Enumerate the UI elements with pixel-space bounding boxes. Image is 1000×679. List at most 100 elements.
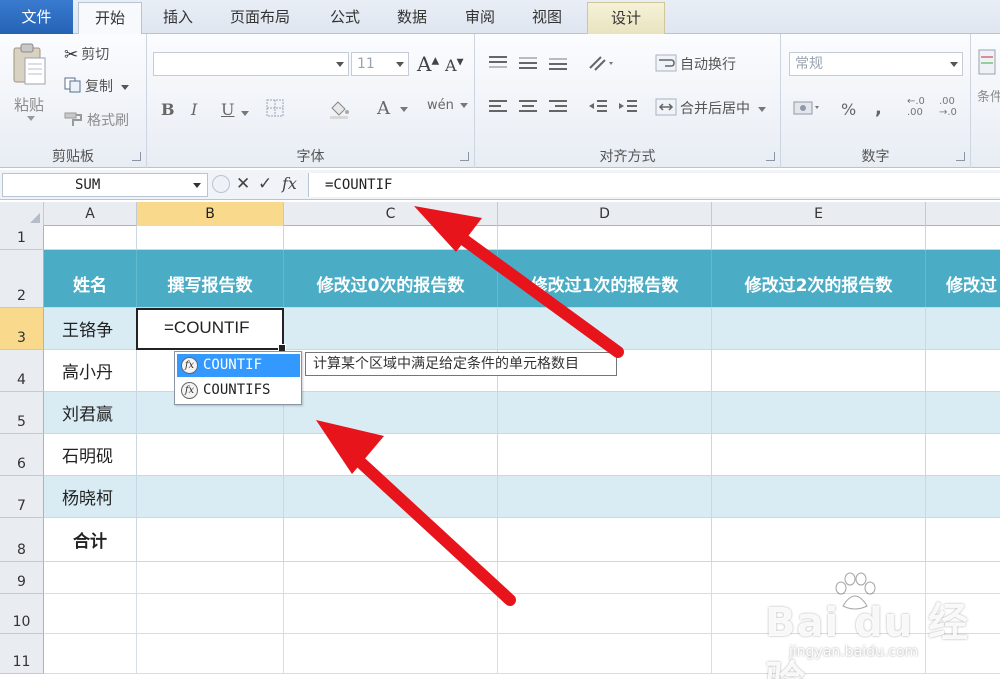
percent-button[interactable]: % <box>841 100 856 119</box>
cell-c10[interactable] <box>284 594 498 633</box>
align-left-button[interactable] <box>487 98 509 120</box>
row-header-9[interactable]: 9 <box>0 562 44 594</box>
row-header-1[interactable]: 1 <box>0 226 44 250</box>
decrease-indent-button[interactable] <box>587 98 609 120</box>
comma-button[interactable]: , <box>875 98 882 119</box>
column-header-e[interactable]: E <box>712 202 926 226</box>
row-header-3[interactable]: 3 <box>0 308 44 350</box>
autocomplete-item-countif[interactable]: fx COUNTIF <box>177 354 300 377</box>
name-cell[interactable]: 刘君赢 <box>44 392 137 433</box>
cell-d1[interactable] <box>498 226 712 249</box>
align-middle-button[interactable] <box>517 54 539 76</box>
cell-d7[interactable] <box>498 476 712 517</box>
total-label-cell[interactable]: 合计 <box>44 518 137 561</box>
active-cell-b3[interactable]: =COUNTIF <box>136 308 286 352</box>
orientation-button[interactable] <box>587 54 617 76</box>
tab-insert[interactable]: 插入 <box>148 2 208 34</box>
row-header-2[interactable]: 2 <box>0 250 44 308</box>
decrease-decimal-button[interactable]: .00 →.0 <box>939 96 957 118</box>
row-header-11[interactable]: 11 <box>0 634 44 674</box>
formula-input[interactable]: =COUNTIF <box>308 173 1000 197</box>
name-box[interactable]: SUM <box>2 173 208 197</box>
cell-c7[interactable] <box>284 476 498 517</box>
autocomplete-item-countifs[interactable]: fx COUNTIFS <box>177 379 300 402</box>
name-cell[interactable]: 石明砚 <box>44 434 137 475</box>
cell-d3[interactable] <box>498 308 712 349</box>
conditional-format-button[interactable]: 条件 <box>977 86 1000 105</box>
enter-icon[interactable]: ✓ <box>258 174 272 194</box>
tab-home[interactable]: 开始 <box>78 2 142 35</box>
formula-bar-resize-handle[interactable] <box>212 175 230 193</box>
fill-color-button[interactable] <box>327 98 351 124</box>
cell-d5[interactable] <box>498 392 712 433</box>
cell-e7[interactable] <box>712 476 926 517</box>
cell-b6[interactable] <box>137 434 284 475</box>
cell-a11[interactable] <box>44 634 137 673</box>
tab-formulas[interactable]: 公式 <box>315 2 375 34</box>
font-size-combo[interactable]: 11 <box>351 52 409 76</box>
cell-c6[interactable] <box>284 434 498 475</box>
cell-c3[interactable] <box>284 308 498 349</box>
cut-button[interactable]: ✂ 剪切 <box>64 44 109 65</box>
cell-d9[interactable] <box>498 562 712 593</box>
cell-d11[interactable] <box>498 634 712 673</box>
name-cell[interactable]: 王铬争 <box>44 308 137 349</box>
header-revised-more-cell[interactable]: 修改过 <box>926 250 1000 307</box>
row-header-7[interactable]: 7 <box>0 476 44 518</box>
insert-function-icon[interactable]: fx <box>282 174 297 193</box>
tab-data[interactable]: 数据 <box>382 2 442 34</box>
align-top-button[interactable] <box>487 54 509 76</box>
bold-button[interactable]: B <box>161 100 175 119</box>
accounting-format-button[interactable] <box>793 98 823 122</box>
alignment-launcher-icon[interactable] <box>766 152 775 161</box>
wrap-text-button[interactable]: 自动换行 <box>655 54 736 76</box>
cell-e6[interactable] <box>712 434 926 475</box>
number-format-combo[interactable]: 常规 <box>789 52 963 76</box>
copy-button[interactable]: 复制 <box>64 76 130 97</box>
cell-d8[interactable] <box>498 518 712 561</box>
tab-page-layout[interactable]: 页面布局 <box>214 2 306 34</box>
underline-button[interactable]: U <box>221 100 234 119</box>
increase-indent-button[interactable] <box>617 98 639 120</box>
row-header-4[interactable]: 4 <box>0 350 44 392</box>
cell-b9[interactable] <box>137 562 284 593</box>
cell-a10[interactable] <box>44 594 137 633</box>
cell-c9[interactable] <box>284 562 498 593</box>
merge-center-button[interactable]: 合并后居中 <box>655 98 767 120</box>
cell-b8[interactable] <box>137 518 284 561</box>
name-cell[interactable]: 高小丹 <box>44 350 137 391</box>
select-all-corner[interactable] <box>0 202 44 226</box>
number-launcher-icon[interactable] <box>956 152 965 161</box>
column-header-a[interactable]: A <box>44 202 137 226</box>
cell-b7[interactable] <box>137 476 284 517</box>
column-header-f[interactable] <box>926 202 1000 226</box>
align-bottom-button[interactable] <box>547 54 569 76</box>
header-revised-2-cell[interactable]: 修改过2次的报告数 <box>712 250 926 307</box>
font-launcher-icon[interactable] <box>460 152 469 161</box>
row-header-10[interactable]: 10 <box>0 594 44 634</box>
underline-dropdown-icon[interactable] <box>241 104 249 120</box>
cell-a1[interactable] <box>44 226 137 249</box>
cell-b1[interactable] <box>137 226 284 249</box>
row-header-8[interactable]: 8 <box>0 518 44 562</box>
cell-c5[interactable] <box>284 392 498 433</box>
font-color-button[interactable]: A <box>377 98 408 119</box>
cell-b11[interactable] <box>137 634 284 673</box>
grow-font-button[interactable]: A▲ <box>417 52 439 76</box>
column-header-c[interactable]: C <box>284 202 498 226</box>
cancel-icon[interactable]: ✕ <box>236 174 250 194</box>
name-cell[interactable]: 杨晓柯 <box>44 476 137 517</box>
align-center-button[interactable] <box>517 98 539 120</box>
row-header-5[interactable]: 5 <box>0 392 44 434</box>
tab-view[interactable]: 视图 <box>517 2 577 34</box>
cell-d6[interactable] <box>498 434 712 475</box>
cell-a9[interactable] <box>44 562 137 593</box>
phonetic-button[interactable]: wén <box>427 98 469 113</box>
font-name-combo[interactable] <box>153 52 349 76</box>
column-header-b[interactable]: B <box>137 202 284 226</box>
header-revised-1-cell[interactable]: 修改过1次的报告数 <box>498 250 712 307</box>
cell-e3[interactable] <box>712 308 926 349</box>
row-header-6[interactable]: 6 <box>0 434 44 476</box>
cell-e5[interactable] <box>712 392 926 433</box>
cell-c11[interactable] <box>284 634 498 673</box>
